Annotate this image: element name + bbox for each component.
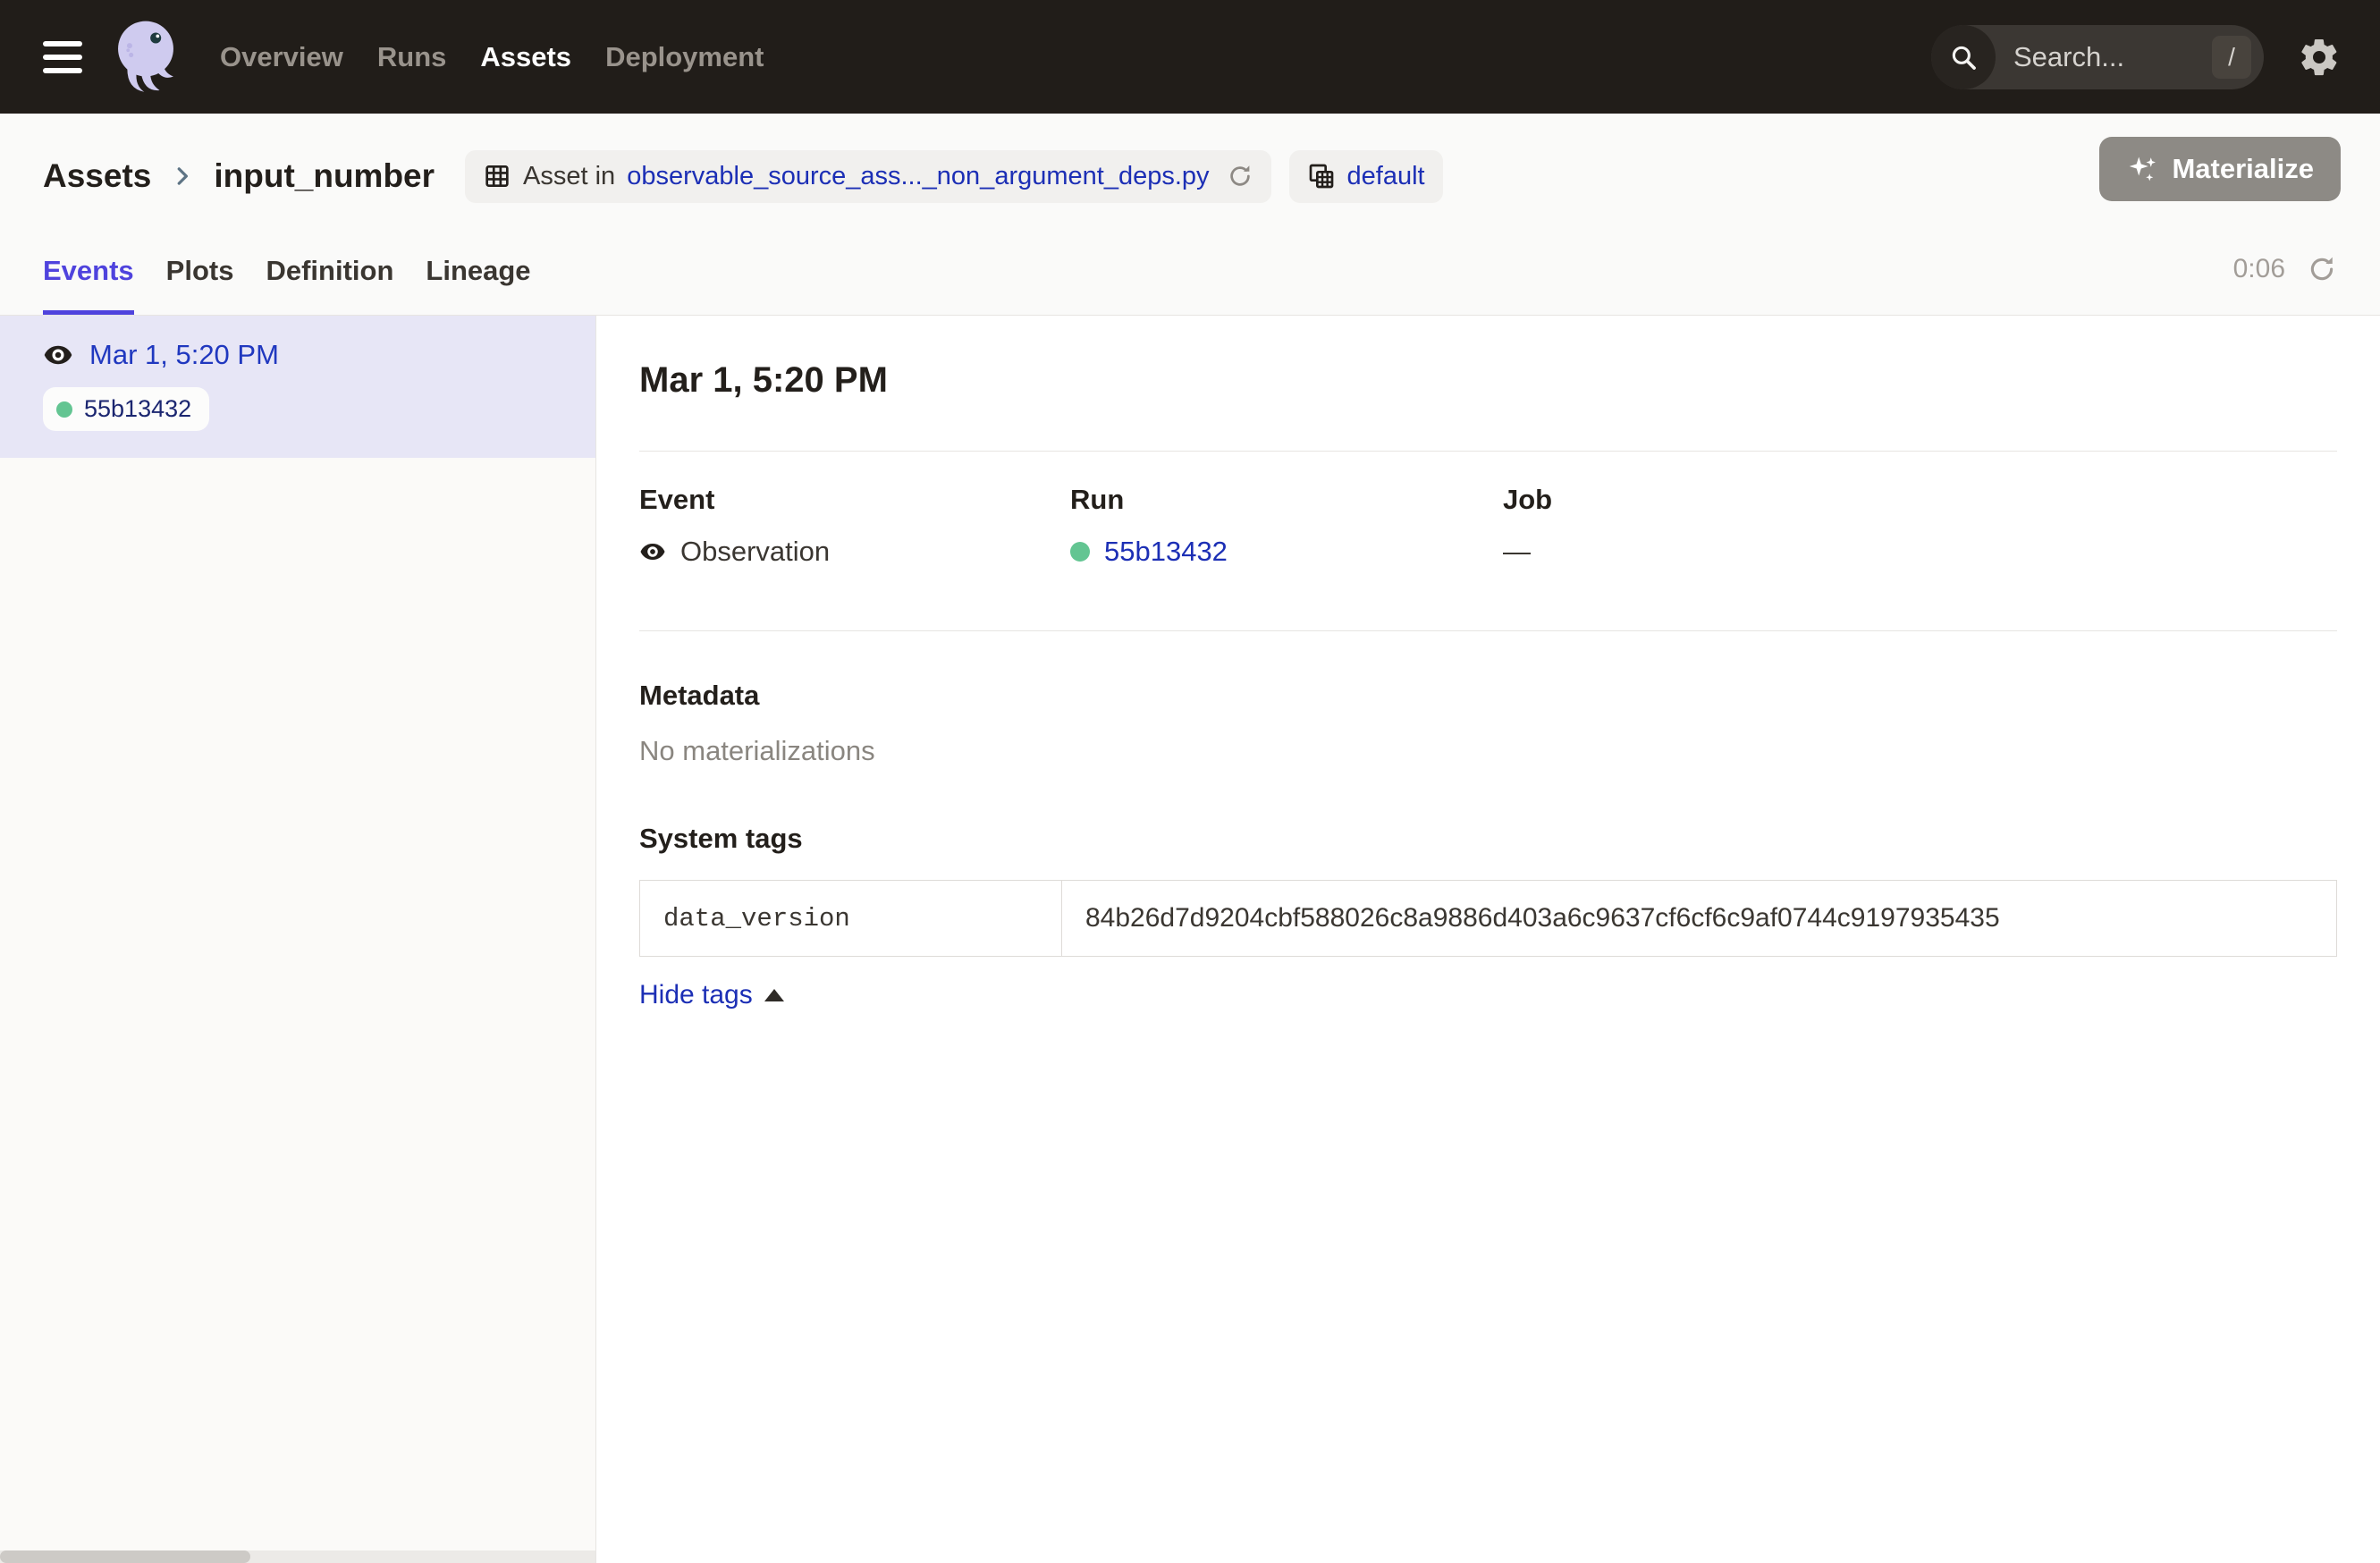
asset-group-icon [1307, 162, 1336, 190]
breadcrumb: Assets input_number Asset in observable_… [43, 114, 2337, 208]
hide-tags-link[interactable]: Hide tags [639, 980, 784, 1010]
table-row: data_version 84b26d7d9204cbf588026c8a988… [640, 881, 2337, 957]
primary-nav: Overview Runs Assets Deployment [220, 41, 764, 73]
event-run-id: 55b13432 [84, 395, 191, 423]
hamburger-icon[interactable] [43, 41, 82, 73]
job-column: Job — [1503, 484, 2337, 568]
reload-definition-icon[interactable] [1227, 163, 1253, 190]
run-id-link[interactable]: 55b13432 [1104, 536, 1228, 568]
divider [639, 630, 2337, 631]
nav-item-overview[interactable]: Overview [220, 41, 343, 73]
event-run-tag[interactable]: 55b13432 [43, 387, 209, 431]
run-status-dot [56, 401, 72, 418]
tab-events[interactable]: Events [43, 255, 134, 315]
event-type-value: Observation [680, 536, 830, 568]
scrollbar-thumb[interactable] [0, 1550, 250, 1563]
run-column-label: Run [1070, 484, 1503, 516]
materialize-label: Materialize [2172, 153, 2314, 185]
asset-table-icon [483, 162, 511, 190]
sparkle-icon [2126, 153, 2158, 185]
tag-key-cell: data_version [640, 881, 1062, 957]
run-status-dot [1070, 542, 1090, 562]
tag-value-cell: 84b26d7d9204cbf588026c8a9886d403a6c9637c… [1062, 881, 2337, 957]
tab-lineage[interactable]: Lineage [426, 255, 530, 315]
nav-item-assets[interactable]: Assets [480, 41, 571, 73]
asset-definition-tag: Asset in observable_source_ass..._non_ar… [465, 150, 1271, 203]
nav-item-runs[interactable]: Runs [377, 41, 447, 73]
metadata-section-title: Metadata [639, 680, 2337, 712]
top-nav-right: / [1931, 25, 2341, 89]
asset-group-tag: default [1289, 150, 1443, 203]
job-column-label: Job [1503, 484, 2337, 516]
group-default-link[interactable]: default [1347, 162, 1425, 191]
gear-icon[interactable] [2298, 36, 2341, 79]
metadata-empty-message: No materializations [639, 735, 2337, 767]
hide-tags-label: Hide tags [639, 980, 753, 1010]
divider [639, 451, 2337, 452]
chevron-right-icon [169, 163, 196, 190]
materialize-button[interactable]: Materialize [2099, 137, 2341, 201]
event-timestamp-link[interactable]: Mar 1, 5:20 PM [89, 339, 279, 371]
refresh-icon[interactable] [2307, 254, 2337, 284]
event-list-item-selected[interactable]: Mar 1, 5:20 PM 55b13432 [0, 316, 595, 458]
event-detail-heading: Mar 1, 5:20 PM [639, 360, 2337, 401]
job-value: — [1503, 536, 1531, 568]
eye-icon [43, 340, 73, 370]
page-title: input_number [214, 157, 435, 195]
search-box[interactable]: / [1931, 25, 2264, 89]
search-icon [1931, 25, 1996, 89]
system-tags-table: data_version 84b26d7d9204cbf588026c8a988… [639, 880, 2337, 957]
refresh-countdown: 0:06 [2233, 254, 2285, 284]
asset-in-label: Asset in [523, 162, 615, 191]
event-list-sidebar: Mar 1, 5:20 PM 55b13432 [0, 316, 596, 1563]
event-column: Event Observation [639, 484, 1070, 568]
page-header: Assets input_number Asset in observable_… [0, 114, 2380, 316]
nav-item-deployment[interactable]: Deployment [605, 41, 764, 73]
dagster-logo [107, 14, 184, 100]
sidebar-horizontal-scrollbar[interactable] [0, 1550, 595, 1563]
caret-up-icon [764, 989, 784, 1001]
tab-plots[interactable]: Plots [166, 255, 234, 315]
asset-file-link[interactable]: observable_source_ass..._non_argument_de… [627, 162, 1209, 191]
workspace: Mar 1, 5:20 PM 55b13432 Mar 1, 5:20 PM E… [0, 316, 2380, 1563]
asset-tabs: Events Plots Definition Lineage [43, 255, 531, 315]
search-input[interactable] [2013, 41, 2212, 73]
refresh-timer: 0:06 [2233, 254, 2337, 284]
dagster-octopus-icon [107, 14, 184, 100]
top-nav: Overview Runs Assets Deployment / [0, 0, 2380, 114]
tab-definition[interactable]: Definition [266, 255, 393, 315]
eye-icon [639, 538, 666, 565]
breadcrumb-assets-link[interactable]: Assets [43, 157, 151, 195]
event-summary-columns: Event Observation Run 55b13432 [639, 484, 2337, 568]
run-column: Run 55b13432 [1070, 484, 1503, 568]
event-detail-panel: Mar 1, 5:20 PM Event Observation Run [596, 316, 2380, 1563]
event-column-label: Event [639, 484, 1070, 516]
search-shortcut-key: / [2212, 36, 2251, 79]
system-tags-section-title: System tags [639, 823, 2337, 855]
